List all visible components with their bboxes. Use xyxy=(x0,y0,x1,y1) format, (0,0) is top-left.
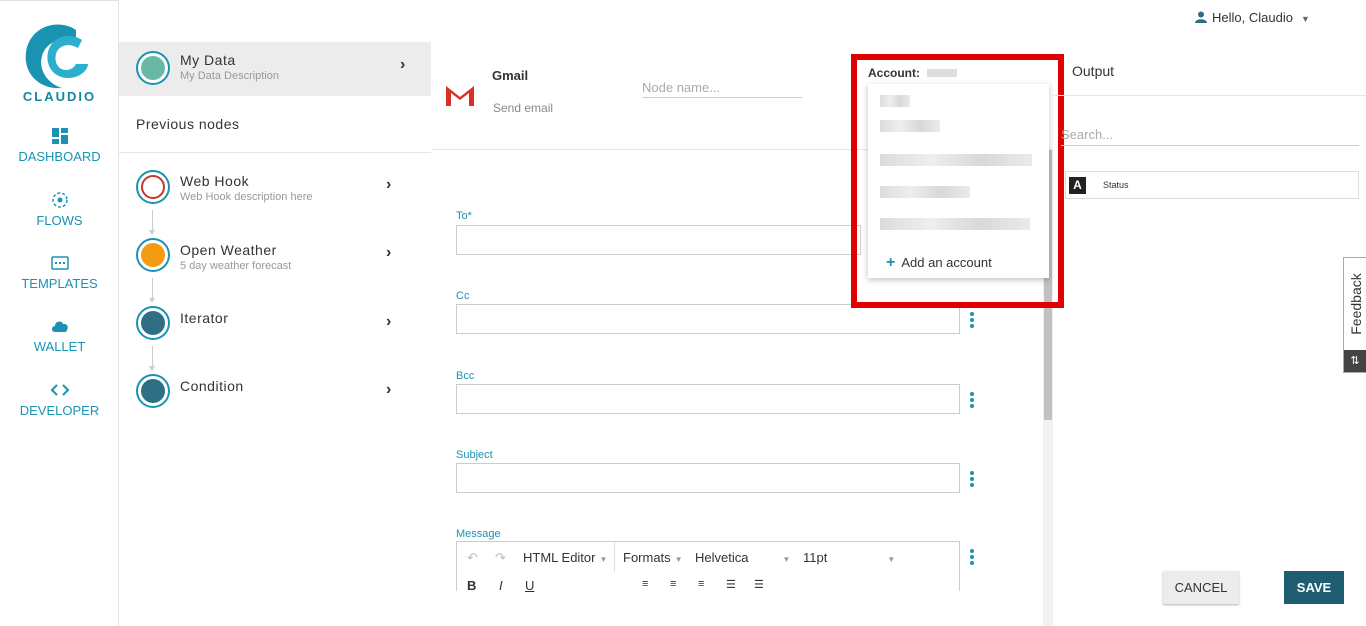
output-field-row[interactable]: A Status xyxy=(1065,171,1359,199)
highlight-box xyxy=(851,54,1064,308)
nav-flows-label: FLOWS xyxy=(36,213,83,228)
align-right-icon[interactable]: ≡ xyxy=(698,578,704,590)
nav-developer[interactable]: DEVELOPER xyxy=(0,381,119,418)
node-title: Open Weather xyxy=(180,242,277,258)
caret-down-icon: ▼ xyxy=(887,555,896,564)
flows-icon xyxy=(51,192,68,208)
more-options-icon[interactable] xyxy=(969,549,975,567)
nav-flows[interactable]: FLOWS xyxy=(0,191,119,228)
undo-icon[interactable]: ↶ xyxy=(467,550,478,566)
formats-menu[interactable]: Formats ▼ xyxy=(623,550,683,565)
cancel-button[interactable]: CANCEL xyxy=(1163,571,1239,604)
subject-label: Subject xyxy=(456,449,493,461)
code-icon xyxy=(50,384,69,396)
text-type-icon: A xyxy=(1069,177,1086,194)
html-editor-menu[interactable]: HTML Editor ▼ xyxy=(523,550,607,565)
left-navigation: CLAUDIO DASHBOARD FLOWS TEMPLATES WALLET… xyxy=(0,0,119,626)
iterator-icon xyxy=(136,306,170,340)
feedback-icon: ⇅ xyxy=(1344,350,1366,372)
node-title: Iterator xyxy=(180,310,229,326)
to-label: To* xyxy=(456,210,472,222)
subject-input[interactable] xyxy=(456,463,960,493)
cc-input[interactable] xyxy=(456,304,960,334)
to-input[interactable] xyxy=(456,225,861,255)
output-title: Output xyxy=(1072,63,1115,79)
message-label: Message xyxy=(456,528,501,540)
redo-icon[interactable]: ↷ xyxy=(495,550,506,566)
templates-icon xyxy=(50,256,69,270)
caret-down-icon: ▼ xyxy=(782,555,791,564)
weather-icon xyxy=(136,238,170,272)
greeting-text: Hello, Claudio xyxy=(1212,10,1293,25)
more-options-icon[interactable] xyxy=(969,392,975,410)
nav-templates[interactable]: TEMPLATES xyxy=(0,254,119,291)
bullet-list-icon[interactable]: ☰ xyxy=(726,578,736,591)
bcc-input[interactable] xyxy=(456,384,960,414)
caret-down-icon: ▼ xyxy=(674,555,683,564)
output-search-input[interactable] xyxy=(1061,124,1359,146)
node-title: Gmail xyxy=(492,68,529,83)
divider xyxy=(119,152,431,153)
output-panel: Output A Status xyxy=(1053,42,1366,626)
underline-icon[interactable]: U xyxy=(525,578,534,593)
previous-nodes-title: Previous nodes xyxy=(136,116,240,132)
chevron-right-icon: › xyxy=(386,381,392,398)
dashboard-icon xyxy=(51,128,68,144)
connector-arrow xyxy=(149,346,155,371)
nav-wallet[interactable]: WALLET xyxy=(0,317,119,354)
webhook-icon xyxy=(136,170,170,204)
message-editor[interactable]: ↶ ↷ HTML Editor ▼ Formats ▼ Helvetica ▼ 11p… xyxy=(456,541,960,593)
user-menu[interactable]: Hello, Claudio ▼ xyxy=(1195,10,1310,25)
italic-icon[interactable]: I xyxy=(499,578,503,593)
align-center-icon[interactable]: ≡ xyxy=(670,578,676,590)
chevron-right-icon: › xyxy=(386,244,392,261)
chevron-right-icon: › xyxy=(386,176,392,193)
my-data-title: My Data xyxy=(180,52,236,68)
chevron-right-icon: › xyxy=(400,56,406,73)
feedback-label: Feedback xyxy=(1348,273,1364,335)
bcc-label: Bcc xyxy=(456,370,475,382)
gmail-icon xyxy=(446,86,474,106)
brand-name: CLAUDIO xyxy=(22,89,97,104)
node-description: Web Hook description here xyxy=(180,191,313,203)
caret-down-icon: ▼ xyxy=(1300,14,1310,24)
feedback-tab[interactable]: Feedback ⇅ xyxy=(1343,257,1366,373)
cc-label: Cc xyxy=(456,290,470,302)
bold-icon[interactable]: B xyxy=(467,578,476,593)
divider xyxy=(1053,95,1366,96)
nav-dashboard-label: DASHBOARD xyxy=(18,149,101,164)
user-icon xyxy=(1195,11,1207,23)
font-family-select[interactable]: Helvetica ▼ xyxy=(695,550,790,565)
connector-arrow xyxy=(149,210,155,235)
condition-icon xyxy=(136,374,170,408)
my-data-icon xyxy=(136,51,170,85)
caret-down-icon: ▼ xyxy=(599,555,608,564)
node-title: Condition xyxy=(180,378,244,394)
nav-dashboard[interactable]: DASHBOARD xyxy=(0,127,119,164)
save-button[interactable]: SAVE xyxy=(1284,571,1344,604)
nav-developer-label: DEVELOPER xyxy=(19,403,100,418)
chevron-right-icon: › xyxy=(386,313,392,330)
cloud-icon xyxy=(51,321,68,332)
more-options-icon[interactable] xyxy=(969,312,975,330)
font-size-select[interactable]: 11pt ▼ xyxy=(803,550,895,565)
more-options-icon[interactable] xyxy=(969,471,975,489)
my-data-description: My Data Description xyxy=(180,70,280,82)
toolbar-divider xyxy=(614,542,615,572)
my-data-item[interactable]: My Data My Data Description › xyxy=(119,42,431,96)
nav-templates-label: TEMPLATES xyxy=(21,276,98,291)
numbered-list-icon[interactable]: ☰ xyxy=(754,578,764,591)
node-title: Web Hook xyxy=(180,173,250,189)
node-name-input[interactable] xyxy=(642,78,802,98)
node-subtitle: Send email xyxy=(493,101,554,115)
node-description: 5 day weather forecast xyxy=(180,260,292,272)
node-list-panel: My Data My Data Description › Previous n… xyxy=(119,42,431,626)
nav-wallet-label: WALLET xyxy=(33,339,86,354)
align-left-icon[interactable]: ≡ xyxy=(642,578,648,590)
connector-arrow xyxy=(149,278,155,303)
output-field-label: Status xyxy=(1103,180,1129,190)
